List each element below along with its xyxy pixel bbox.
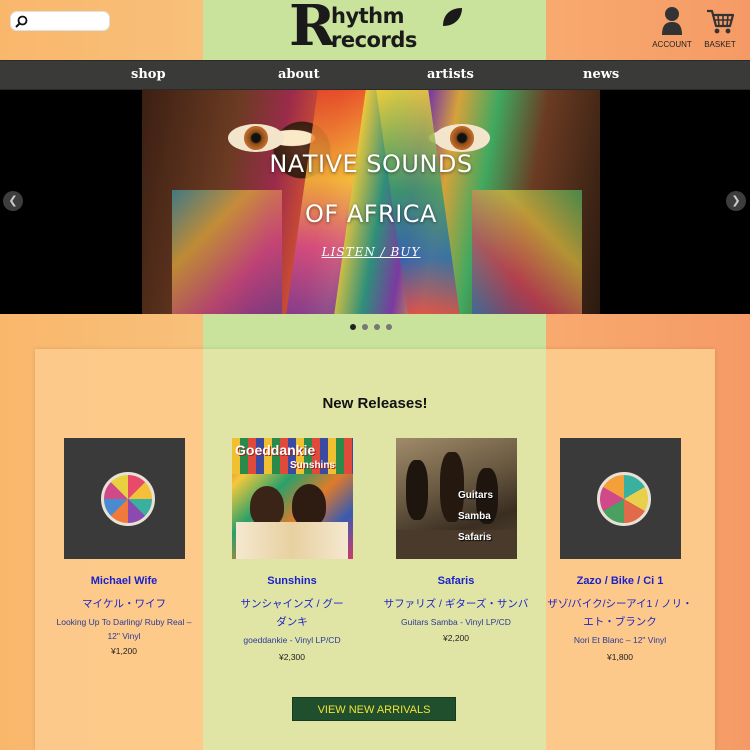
slider-next-button[interactable]: ❯ bbox=[726, 191, 746, 211]
main-nav: shop about artists news bbox=[0, 60, 750, 90]
basket-button[interactable]: BASKET bbox=[700, 6, 740, 52]
nav-item-about[interactable]: about bbox=[278, 67, 320, 82]
cover-text: Guitars bbox=[458, 490, 494, 501]
product-price: ¥2,200 bbox=[443, 633, 469, 643]
hero-title-line1: NATIVE SOUNDS bbox=[269, 150, 473, 178]
cover-text: Sunshins bbox=[290, 460, 336, 471]
account-button[interactable]: ACCOUNT bbox=[652, 6, 692, 52]
slider-dot-3[interactable] bbox=[374, 324, 380, 330]
logo-letter: R bbox=[289, 0, 336, 59]
product-title-jp[interactable]: サンシャインズ / グーダンキ bbox=[212, 595, 372, 631]
product-subtitle: Guitars Samba - Vinyl LP/CD bbox=[401, 617, 511, 627]
search-icon bbox=[15, 15, 28, 28]
site-header: R hythm records ACCOUNT BASKET bbox=[0, 0, 750, 60]
product-title[interactable]: Sunshins bbox=[212, 575, 372, 587]
slider-dot-1[interactable] bbox=[350, 324, 356, 330]
section-title: New Releases! bbox=[322, 395, 428, 412]
account-label: ACCOUNT bbox=[652, 40, 692, 49]
product-subtitle: Looking Up To Darling/ Ruby Real – 12" V… bbox=[56, 617, 192, 641]
nav-item-artists[interactable]: artists bbox=[427, 67, 474, 82]
product-cover-sunshins[interactable]: Goeddankie Sunshins bbox=[232, 438, 353, 559]
user-icon bbox=[662, 7, 682, 35]
nav-item-shop[interactable]: shop bbox=[131, 67, 166, 82]
product-title[interactable]: Michael Wife bbox=[44, 575, 204, 587]
view-new-arrivals-button[interactable]: VIEW NEW ARRIVALS bbox=[292, 697, 456, 721]
search-box[interactable] bbox=[10, 11, 110, 31]
slider-prev-button[interactable]: ❮ bbox=[3, 191, 23, 211]
slider-dot-2[interactable] bbox=[362, 324, 368, 330]
search-input[interactable] bbox=[31, 13, 107, 29]
site-logo[interactable]: R hythm records bbox=[289, 0, 464, 59]
logo-line1: hythm bbox=[331, 4, 405, 28]
cover-text: Safaris bbox=[458, 532, 492, 543]
product-title[interactable]: Zazo / Bike / Ci 1 bbox=[540, 575, 700, 587]
hero-listen-buy-link[interactable]: LISTEN / BUY bbox=[300, 245, 442, 259]
cover-text: Goeddankie bbox=[235, 442, 316, 458]
product-title-jp[interactable]: ザゾ/バイク/シーアイ1 / ノリ・エト・ブランク bbox=[540, 595, 700, 631]
product-subtitle: goeddankie - Vinyl LP/CD bbox=[243, 635, 341, 645]
cover-text: Samba bbox=[458, 511, 491, 522]
logo-line2: records bbox=[331, 28, 417, 52]
product-cover-zazo[interactable] bbox=[560, 438, 681, 559]
nav-item-news[interactable]: news bbox=[583, 67, 619, 82]
product-price: ¥1,800 bbox=[607, 652, 633, 662]
basket-label: BASKET bbox=[704, 40, 736, 49]
new-releases-section: New Releases! Michael Wife マイケル・ワイフ Look… bbox=[35, 349, 715, 750]
product-price: ¥1,200 bbox=[111, 646, 137, 656]
product-title-jp[interactable]: サファリズ / ギターズ・サンバ bbox=[376, 595, 536, 613]
product-cover-michael-wife[interactable] bbox=[64, 438, 185, 559]
slider-dot-4[interactable] bbox=[386, 324, 392, 330]
product-subtitle: Nori Et Blanc – 12" Vinyl bbox=[573, 635, 667, 645]
hero-slider: NATIVE SOUNDS OF AFRICA LISTEN / BUY ❮ ❯ bbox=[0, 90, 750, 314]
product-cover-safaris[interactable]: Guitars Samba Safaris bbox=[396, 438, 517, 559]
leaf-icon bbox=[443, 8, 462, 26]
hero-title-line2: OF AFRICA bbox=[305, 200, 437, 228]
product-price: ¥2,300 bbox=[279, 652, 305, 662]
product-title-jp[interactable]: マイケル・ワイフ bbox=[44, 595, 204, 613]
cart-icon bbox=[707, 9, 734, 34]
product-title[interactable]: Safaris bbox=[376, 575, 536, 587]
